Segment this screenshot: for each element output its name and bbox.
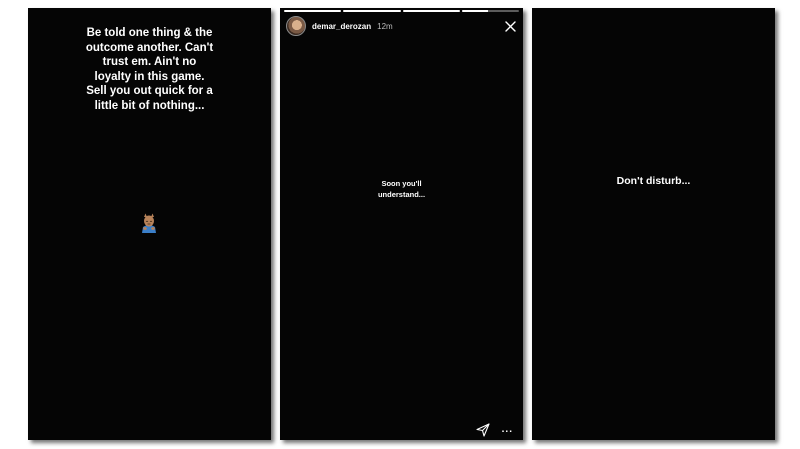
story-panel-1: Be told one thing & the outcome another.… [28,8,271,440]
progress-segment [461,10,519,12]
progress-segment [284,10,342,12]
person-bowing-emoji [142,213,156,233]
avatar[interactable] [286,16,306,36]
more-options-button[interactable]: ... [502,423,513,437]
timestamp: 12m [377,21,393,31]
story-header: demar_derozan 12m [286,16,517,36]
progress-segment [402,10,460,12]
story-panel-3: Don't disturb... [532,8,775,440]
username[interactable]: demar_derozan [312,22,371,31]
story-progress-bar [284,10,519,12]
send-icon [476,423,490,437]
story-panel-2: demar_derozan 12m Soon you'll understand… [280,8,523,440]
progress-segment [343,10,401,12]
send-button[interactable] [476,423,490,437]
story-text: Soon you'll understand... [377,179,426,199]
story-text: Don't disturb... [616,175,691,187]
close-icon [504,20,516,32]
screenshot-canvas: Be told one thing & the outcome another.… [0,0,800,449]
story-text: Be told one thing & the outcome another.… [85,27,214,112]
story-footer: ... [476,423,513,437]
close-button[interactable] [503,19,517,33]
